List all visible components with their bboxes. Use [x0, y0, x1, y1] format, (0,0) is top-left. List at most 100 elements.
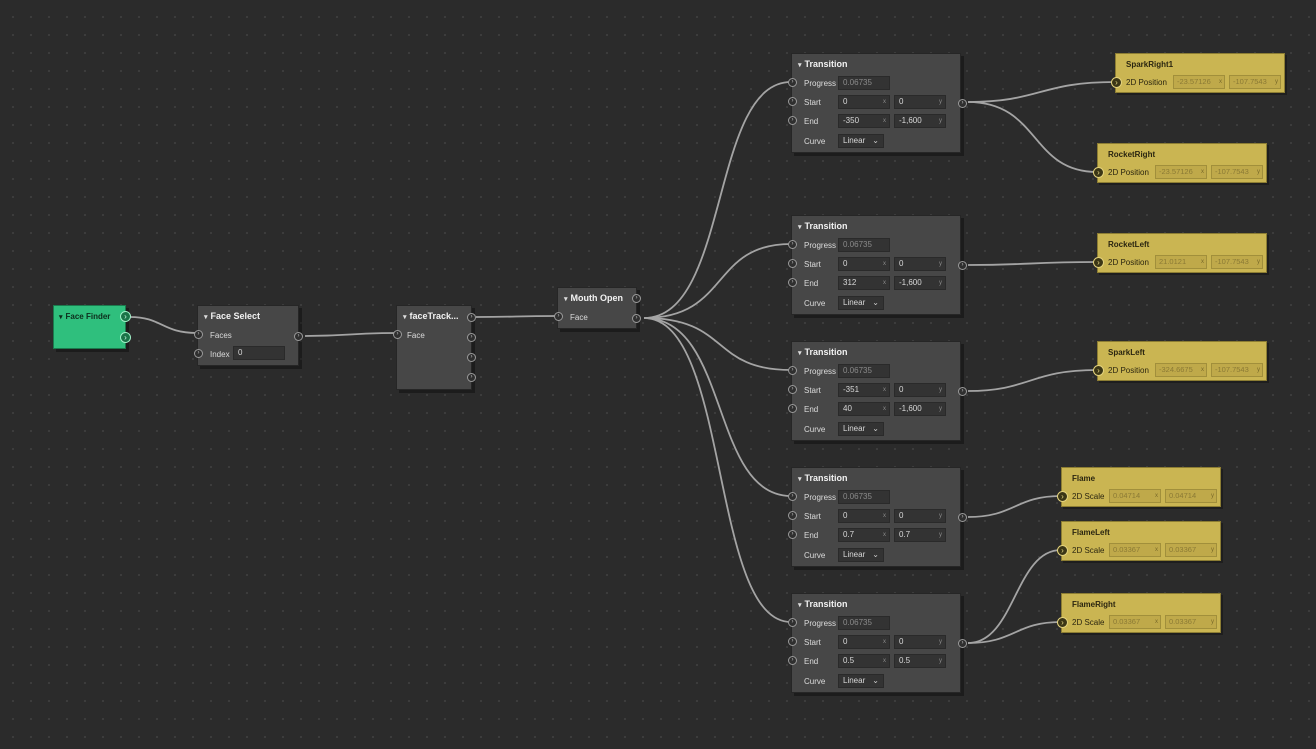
target-y-field[interactable]: -107.7543 y	[1229, 75, 1281, 89]
target-node-flame[interactable]: Flame 2D Scale 0.04714 x 0.04714 y	[1057, 467, 1221, 507]
target-x-field[interactable]: -23.57126 x	[1173, 75, 1225, 89]
curve-select[interactable]: Linear ⌄	[838, 548, 884, 562]
face-finder-node[interactable]: ▾ Face Finder	[53, 305, 131, 349]
mouth-open-node[interactable]: ▾ Mouth Open Face	[554, 287, 641, 329]
transition-node[interactable]: ▾Transition Progress 0.06735 Start -351 x…	[788, 341, 967, 441]
progress-input-port[interactable]	[788, 618, 797, 627]
target-input-port[interactable]	[1057, 545, 1068, 556]
face-tracker-node[interactable]: ▾ faceTrack... Face	[393, 305, 476, 390]
start-input-port[interactable]	[788, 511, 797, 520]
end-x-field[interactable]: 0.5 x	[838, 654, 890, 668]
target-node-sparkleft[interactable]: SparkLeft 2D Position -324.6675 x -107.75…	[1093, 341, 1267, 381]
curve-select[interactable]: Linear ⌄	[838, 422, 884, 436]
progress-input-port[interactable]	[788, 78, 797, 87]
transition-output-port[interactable]	[958, 513, 967, 522]
start-y-field[interactable]: 0y	[894, 95, 946, 109]
face-tracker-output-port-2[interactable]	[467, 333, 476, 342]
end-y-field[interactable]: 0.7 y	[894, 528, 946, 542]
target-input-port[interactable]	[1093, 365, 1104, 376]
face-select-node[interactable]: ▾Face Select Faces Index 0	[194, 305, 303, 366]
target-input-port[interactable]	[1093, 257, 1104, 268]
end-x-field[interactable]: 40 x	[838, 402, 890, 416]
progress-input-port[interactable]	[788, 240, 797, 249]
start-x-field[interactable]: 0x	[838, 635, 890, 649]
target-y-field[interactable]: -107.7543 y	[1211, 255, 1263, 269]
transition-node[interactable]: ▾Transition Progress 0.06735 Start 0x 0y…	[788, 53, 967, 153]
face-tracker-output-port-1[interactable]	[467, 313, 476, 322]
end-input-port[interactable]	[788, 404, 797, 413]
end-input-port[interactable]	[788, 116, 797, 125]
target-x-field[interactable]: 21.0121 x	[1155, 255, 1207, 269]
target-input-port[interactable]	[1093, 167, 1104, 178]
target-y-field[interactable]: 0.03367 y	[1165, 543, 1217, 557]
target-x-field[interactable]: 0.03367 x	[1109, 615, 1161, 629]
target-x-field[interactable]: 0.04714 x	[1109, 489, 1161, 503]
target-node-rocketleft[interactable]: RocketLeft 2D Position 21.0121 x -107.754…	[1093, 233, 1267, 273]
mouth-open-output-port-1[interactable]	[632, 294, 641, 303]
end-x-field[interactable]: -350 x	[838, 114, 890, 128]
start-x-field[interactable]: -351 x	[838, 383, 890, 397]
progress-input-port[interactable]	[788, 492, 797, 501]
start-input-port[interactable]	[788, 385, 797, 394]
target-node-sparkright1[interactable]: SparkRight1 2D Position -23.57126 x -107.…	[1111, 53, 1285, 93]
target-y-field[interactable]: -107.7543 y	[1211, 363, 1263, 377]
target-y-field[interactable]: 0.03367 y	[1165, 615, 1217, 629]
transition-node[interactable]: ▾Transition Progress 0.06735 Start 0x 0y…	[788, 467, 967, 567]
start-y-field[interactable]: 0y	[894, 257, 946, 271]
target-input-port[interactable]	[1057, 617, 1068, 628]
curve-select[interactable]: Linear ⌄	[838, 134, 884, 148]
start-y-field[interactable]: 0y	[894, 383, 946, 397]
end-input-port[interactable]	[788, 656, 797, 665]
start-x-field[interactable]: 0x	[838, 509, 890, 523]
face-tracker-input-port[interactable]	[393, 330, 402, 339]
curve-select[interactable]: Linear ⌄	[838, 674, 884, 688]
progress-input-port[interactable]	[788, 366, 797, 375]
face-tracker-output-port-4[interactable]	[467, 373, 476, 382]
end-y-field[interactable]: -1,600 y	[894, 114, 946, 128]
mouth-open-output-port-2[interactable]	[632, 314, 641, 323]
target-x-field[interactable]: -23.57126 x	[1155, 165, 1207, 179]
progress-field[interactable]: 0.06735	[838, 76, 890, 90]
progress-field[interactable]: 0.06735	[838, 490, 890, 504]
index-field[interactable]: 0	[233, 346, 285, 360]
start-input-port[interactable]	[788, 259, 797, 268]
start-y-field[interactable]: 0y	[894, 635, 946, 649]
end-x-field[interactable]: 0.7 x	[838, 528, 890, 542]
transition-output-port[interactable]	[958, 639, 967, 648]
target-x-field[interactable]: -324.6675 x	[1155, 363, 1207, 377]
end-x-field[interactable]: 312 x	[838, 276, 890, 290]
face-finder-output-port-1[interactable]	[120, 311, 131, 322]
target-node-rocketright[interactable]: RocketRight 2D Position -23.57126 x -107.…	[1093, 143, 1267, 183]
face-select-output-port[interactable]	[294, 332, 303, 341]
progress-field[interactable]: 0.06735	[838, 238, 890, 252]
transition-output-port[interactable]	[958, 99, 967, 108]
progress-field[interactable]: 0.06735	[838, 364, 890, 378]
mouth-open-input-port[interactable]	[554, 312, 563, 321]
end-y-field[interactable]: -1,600 y	[894, 276, 946, 290]
face-finder-output-port-2[interactable]	[120, 332, 131, 343]
target-node-flameright[interactable]: FlameRight 2D Scale 0.03367 x 0.03367 y	[1057, 593, 1221, 633]
curve-select[interactable]: Linear ⌄	[838, 296, 884, 310]
transition-node[interactable]: ▾Transition Progress 0.06735 Start 0x 0y…	[788, 215, 967, 315]
transition-output-port[interactable]	[958, 387, 967, 396]
start-input-port[interactable]	[788, 97, 797, 106]
start-y-field[interactable]: 0y	[894, 509, 946, 523]
target-x-field[interactable]: 0.03367 x	[1109, 543, 1161, 557]
target-y-field[interactable]: 0.04714 y	[1165, 489, 1217, 503]
start-x-field[interactable]: 0x	[838, 257, 890, 271]
transition-output-port[interactable]	[958, 261, 967, 270]
transition-node[interactable]: ▾Transition Progress 0.06735 Start 0x 0y…	[788, 593, 967, 693]
end-y-field[interactable]: 0.5 y	[894, 654, 946, 668]
end-input-port[interactable]	[788, 278, 797, 287]
end-y-field[interactable]: -1,600 y	[894, 402, 946, 416]
target-y-field[interactable]: -107.7543 y	[1211, 165, 1263, 179]
start-input-port[interactable]	[788, 637, 797, 646]
face-tracker-output-port-3[interactable]	[467, 353, 476, 362]
target-input-port[interactable]	[1111, 77, 1122, 88]
target-input-port[interactable]	[1057, 491, 1068, 502]
progress-field[interactable]: 0.06735	[838, 616, 890, 630]
index-input-port[interactable]	[194, 349, 203, 358]
faces-input-port[interactable]	[194, 330, 203, 339]
start-x-field[interactable]: 0x	[838, 95, 890, 109]
end-input-port[interactable]	[788, 530, 797, 539]
